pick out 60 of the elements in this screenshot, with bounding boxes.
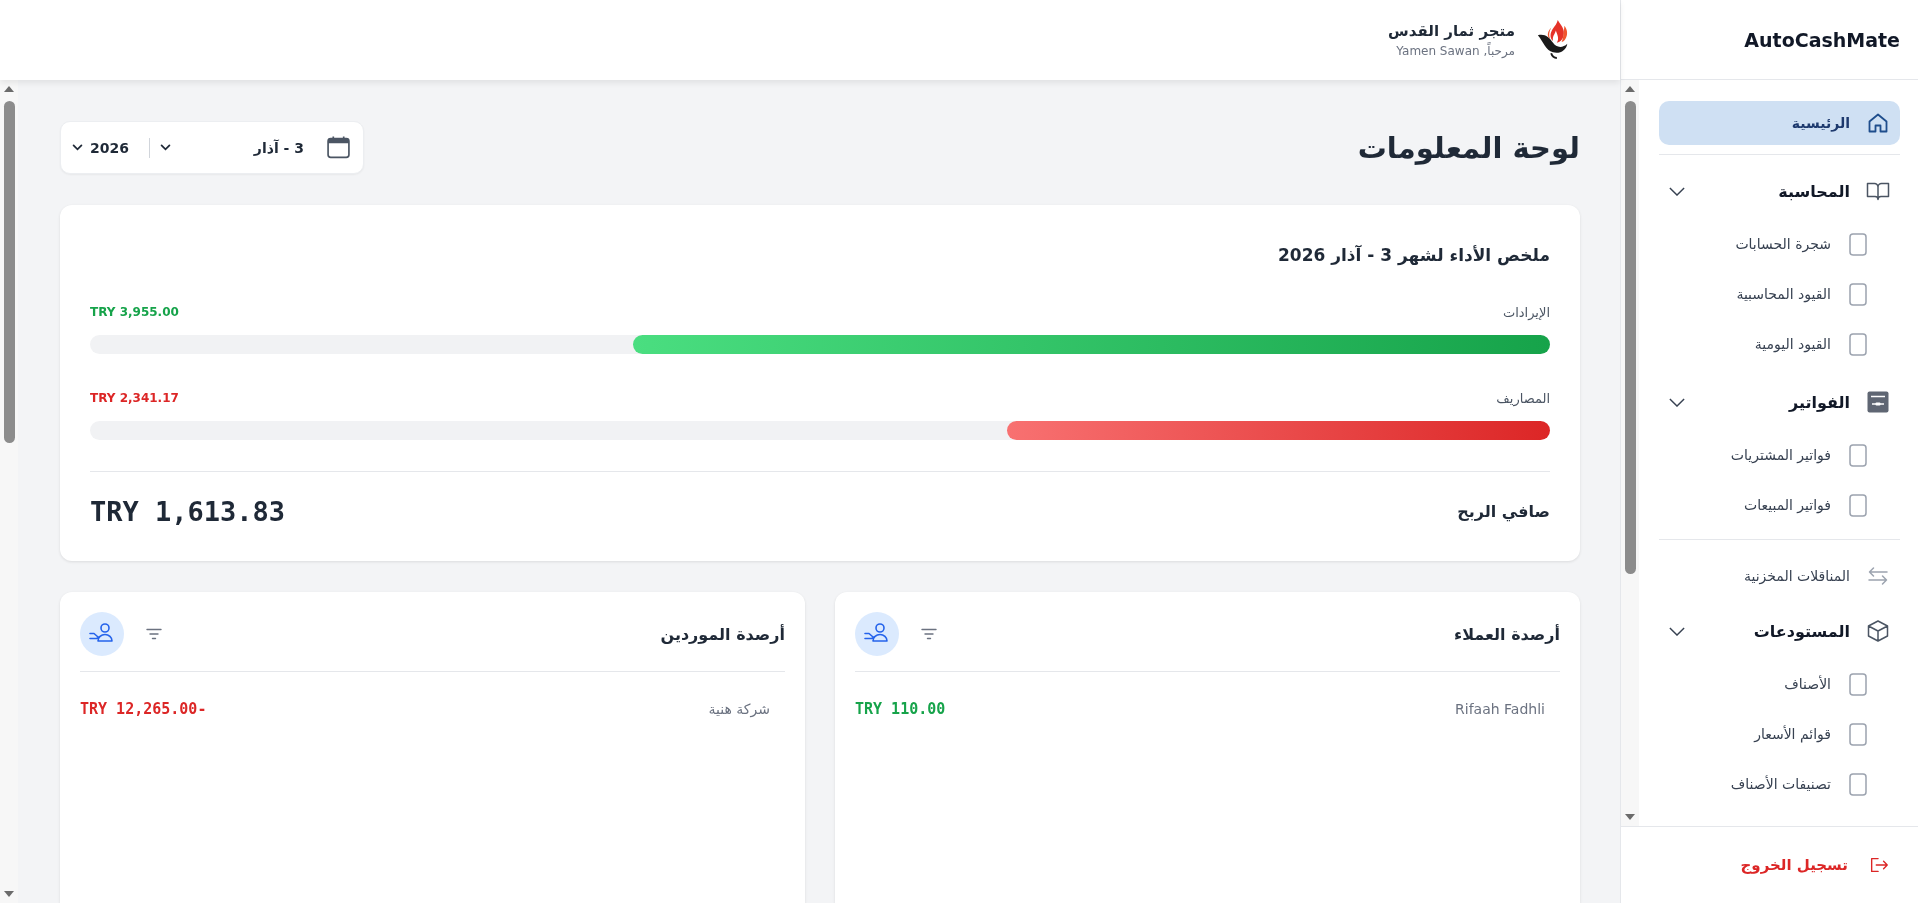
square-icon: [1849, 282, 1867, 306]
nav-subitem[interactable]: شجرة الحسابات: [1659, 219, 1900, 269]
nav-subitem[interactable]: قوائم الأسعار: [1659, 709, 1900, 759]
logout-button[interactable]: تسجيل الخروج: [1740, 854, 1890, 876]
nav-subitem[interactable]: القيود اليومية: [1659, 319, 1900, 369]
store-name: متجر ثمار القدس: [1388, 22, 1515, 40]
greeting-text: مرحباً, Yamen Sawan: [1395, 44, 1515, 58]
swap-arrows-icon: [1866, 564, 1890, 588]
home-icon: [1866, 111, 1890, 135]
nav-subitem[interactable]: فواتير المشتريات: [1659, 430, 1900, 480]
filter-icon[interactable]: [921, 628, 937, 640]
metric-amount: TRY 3,955.00: [90, 305, 179, 319]
party-name: Rifaah Fadhli: [1455, 701, 1545, 717]
scroll-up-icon[interactable]: [1625, 86, 1635, 92]
scroll-down-icon[interactable]: [1625, 814, 1635, 820]
caret-icon: [159, 144, 171, 151]
page-title: لوحة المعلومات: [1357, 130, 1580, 165]
cube-icon: [1866, 619, 1890, 643]
year-select[interactable]: 2026: [72, 129, 149, 166]
square-icon: [1849, 722, 1867, 746]
nav-subitem[interactable]: فواتير المبيعات: [1659, 480, 1900, 530]
nav-link[interactable]: المناقلات المخزنية: [1659, 554, 1900, 598]
scrollbar[interactable]: [1621, 80, 1639, 826]
caret-icon: [72, 144, 83, 151]
month-select[interactable]: 3 - آذار: [149, 129, 314, 166]
scroll-down-icon[interactable]: [4, 891, 14, 897]
nav-group-header[interactable]: المستودعات: [1659, 609, 1900, 653]
tray-icon: [1866, 390, 1890, 414]
square-icon: [1849, 443, 1867, 467]
balance-amount: TRY 110.00: [855, 700, 946, 718]
metric-amount: TRY 2,341.17: [90, 391, 179, 405]
net-profit-label: صافي الربح: [1457, 501, 1550, 521]
square-icon: [1849, 772, 1867, 796]
balance-amount: TRY 12,265.00-: [80, 700, 207, 718]
balance-card-title: أرصدة الموردين: [659, 624, 785, 644]
scrollbar[interactable]: [0, 80, 18, 903]
user-icon[interactable]: [80, 612, 124, 656]
nav-subitem[interactable]: الأصناف: [1659, 659, 1900, 709]
scrollbar-thumb[interactable]: [3, 101, 15, 443]
square-icon: [1849, 332, 1867, 356]
filter-icon[interactable]: [146, 628, 162, 640]
nav-link[interactable]: الرئيسية: [1659, 101, 1900, 145]
nav-subitem[interactable]: تصنيفات الأصناف: [1659, 759, 1900, 809]
party-name: شركة هنية: [708, 701, 770, 717]
square-icon: [1849, 232, 1867, 256]
net-profit-amount: TRY 1,613.83: [90, 495, 286, 527]
calendar-icon: [326, 135, 351, 160]
nav-group-header[interactable]: المحاسبة: [1659, 169, 1900, 213]
nav-group-header[interactable]: الفواتير: [1659, 380, 1900, 424]
nav-subitem[interactable]: القيود المحاسبية: [1659, 269, 1900, 319]
square-icon: [1849, 672, 1867, 696]
metric-label: المصاريف: [1496, 390, 1550, 406]
scrollbar-thumb[interactable]: [1624, 101, 1636, 574]
balance-card-title: أرصدة العملاء: [1453, 624, 1560, 644]
scroll-up-icon[interactable]: [4, 86, 14, 92]
square-icon: [1849, 493, 1867, 517]
performance-title: ملخص الأداء لشهر 3 - آذار 2026: [1276, 244, 1550, 268]
app-brand-name: AutoCashMate: [1744, 28, 1900, 51]
user-icon[interactable]: [855, 612, 899, 656]
metric-label: الإيرادات: [1502, 304, 1550, 320]
